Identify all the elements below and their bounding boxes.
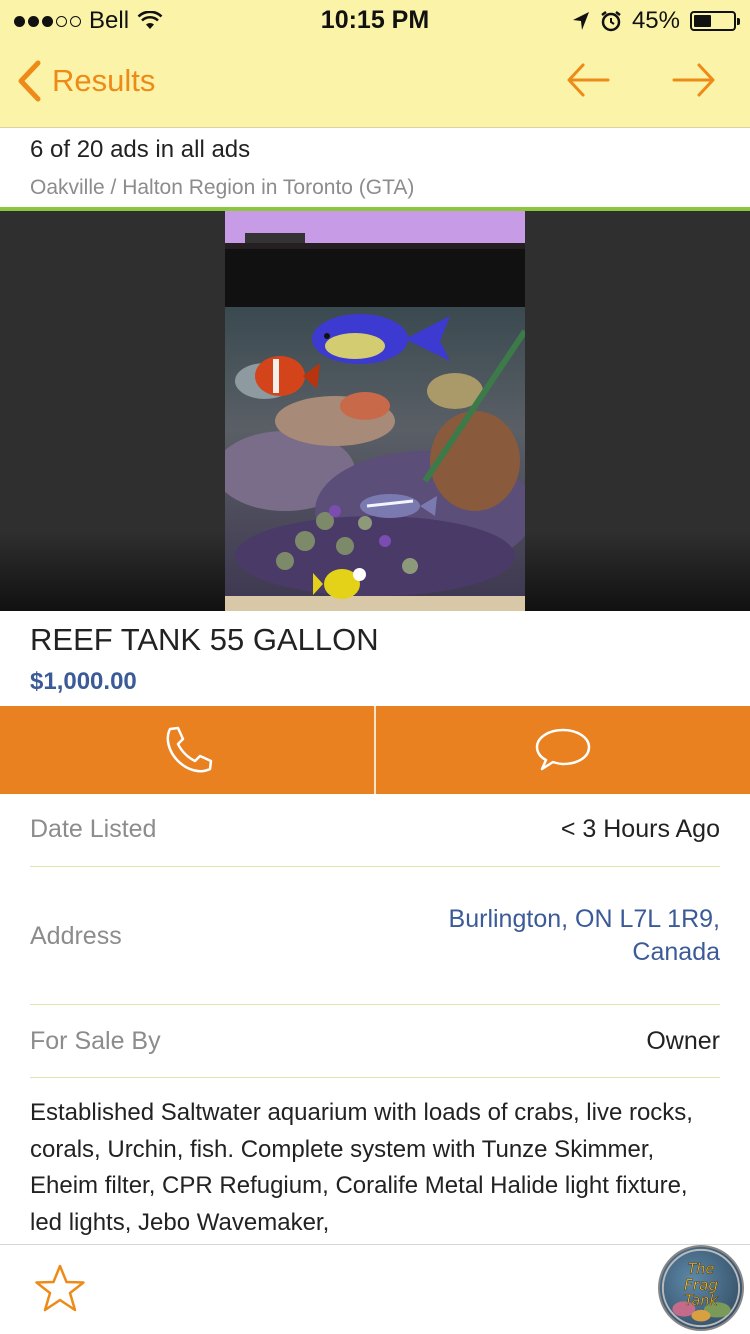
previous-ad-button[interactable] xyxy=(566,62,610,103)
date-listed-value: < 3 Hours Ago xyxy=(560,815,720,843)
ad-price: $1,000.00 xyxy=(30,668,137,695)
ad-photo[interactable] xyxy=(225,211,525,611)
arrow-left-icon xyxy=(567,63,610,97)
photo-gallery[interactable] xyxy=(0,211,750,611)
alarm-icon xyxy=(601,11,621,32)
ad-title: REEF TANK 55 GALLON xyxy=(30,622,379,657)
ad-description: Established Saltwater aquarium with load… xyxy=(30,1099,693,1236)
date-listed-row: Date Listed < 3 Hours Ago xyxy=(30,815,720,849)
for-sale-by-label: For Sale By xyxy=(30,1027,161,1055)
back-label: Results xyxy=(52,63,156,98)
message-button[interactable] xyxy=(376,706,750,794)
badge-text-2: Frag xyxy=(684,1276,718,1294)
date-listed-label: Date Listed xyxy=(30,815,157,843)
back-button[interactable]: Results xyxy=(16,60,155,102)
contact-actions xyxy=(0,706,750,794)
for-sale-by-row: For Sale By Owner xyxy=(30,1027,720,1061)
battery-icon xyxy=(690,11,740,31)
battery-percent: 45% xyxy=(631,7,680,34)
address-line-2: Canada xyxy=(632,938,720,966)
navigation-bar: Results xyxy=(0,40,750,128)
result-count: 6 of 20 ads in all ads xyxy=(30,136,251,163)
chevron-left-icon xyxy=(18,60,41,102)
listing-header: 6 of 20 ads in all ads Oakville / Halton… xyxy=(0,128,750,208)
status-bar: Bell 10:15 PM 45% xyxy=(0,0,750,40)
address-label: Address xyxy=(30,922,122,950)
address-link[interactable]: Burlington, ON L7L 1R9, Canada xyxy=(449,903,720,969)
phone-icon xyxy=(166,726,213,773)
for-sale-by-value: Owner xyxy=(646,1027,720,1055)
aquarium-image xyxy=(225,211,525,611)
address-row: Address Burlington, ON L7L 1R9, Canada xyxy=(30,903,720,973)
arrow-right-icon xyxy=(672,63,715,97)
next-ad-button[interactable] xyxy=(672,62,716,103)
favorite-button[interactable] xyxy=(33,1263,87,1320)
location-arrow-icon xyxy=(572,12,589,30)
badge-text-3: Tank xyxy=(684,1293,718,1309)
top-bar: Bell 10:15 PM 45% Results xyxy=(0,0,750,128)
call-button[interactable] xyxy=(0,706,374,794)
row-divider xyxy=(30,1004,720,1005)
address-line-1: Burlington, ON L7L 1R9, xyxy=(448,905,720,933)
chat-bubble-icon xyxy=(535,728,591,771)
bottom-bar: The Frag Tank xyxy=(0,1244,750,1334)
star-icon xyxy=(35,1264,85,1312)
frag-tank-logo[interactable]: The Frag Tank xyxy=(658,1245,744,1331)
status-right: 45% xyxy=(572,7,740,35)
row-divider xyxy=(30,866,720,867)
frag-tank-logo-art: The Frag Tank xyxy=(661,1248,741,1328)
photo-page-indicator xyxy=(353,568,366,581)
listing-location: Oakville / Halton Region in Toronto (GTA… xyxy=(30,176,415,199)
row-divider xyxy=(30,1077,720,1078)
